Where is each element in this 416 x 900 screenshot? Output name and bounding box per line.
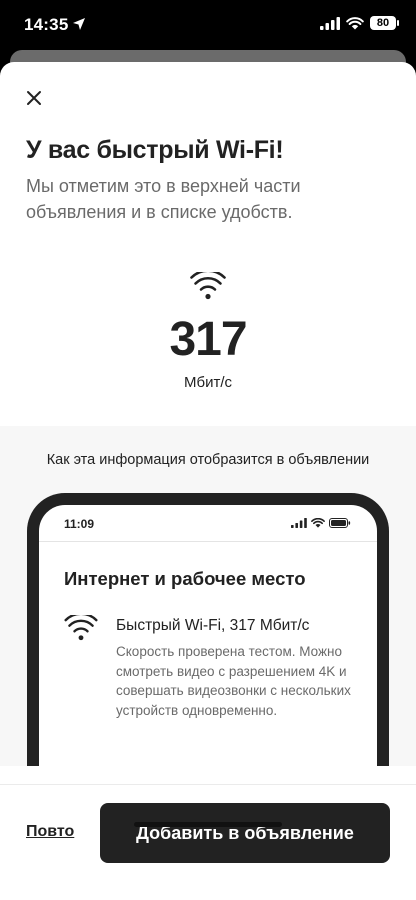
status-time: 14:35 <box>24 15 69 34</box>
wifi-icon <box>311 518 325 528</box>
close-icon <box>27 91 41 105</box>
amenity-section-title: Интернет и рабочее место <box>64 568 306 589</box>
status-bar: 14:35 80 <box>0 0 416 52</box>
battery-icon: 80 <box>370 16 399 30</box>
home-indicator[interactable] <box>134 822 282 827</box>
listing-preview: Как эта информация отобразится в объявле… <box>0 426 416 766</box>
repeat-test-link[interactable]: Повто <box>26 823 74 841</box>
page-subtitle: Мы отметим это в верхней части объявлени… <box>26 176 301 222</box>
close-button[interactable] <box>20 84 48 112</box>
page-title: У вас быстрый Wi‑Fi! <box>26 136 284 164</box>
wifi-icon <box>64 615 98 641</box>
add-to-listing-button[interactable]: Добавить в объявление <box>100 803 390 863</box>
wifi-icon <box>346 16 364 29</box>
wifi-icon <box>190 272 226 300</box>
amenity-feature-description: Скорость проверена тестом. Можно смотрет… <box>116 644 351 718</box>
wifi-speed-sheet: У вас быстрый Wi‑Fi! Мы отметим это в ве… <box>0 62 416 900</box>
status-icons: 80 <box>320 16 399 30</box>
phone-header-divider <box>39 541 377 542</box>
speed-unit: Мбит/с <box>183 374 232 391</box>
phone-status-icons <box>291 518 351 528</box>
phone-mockup: 11:09 Интернет и рабочее место Быстрый W… <box>27 493 389 766</box>
cellular-signal-icon <box>291 518 307 528</box>
speed-value: 317 <box>169 313 247 366</box>
location-arrow-icon <box>73 18 85 30</box>
amenity-feature-title: Быстрый Wi‑Fi, 317 Мбит/с <box>116 617 310 634</box>
action-bar: Повто Добавить в объявление <box>0 784 416 900</box>
cellular-signal-icon <box>320 16 340 30</box>
preview-caption: Как эта информация отобразится в объявле… <box>46 452 370 468</box>
phone-screen: 11:09 Интернет и рабочее место Быстрый W… <box>39 505 377 766</box>
battery-icon <box>329 518 351 528</box>
phone-status-time: 11:09 <box>64 517 95 531</box>
